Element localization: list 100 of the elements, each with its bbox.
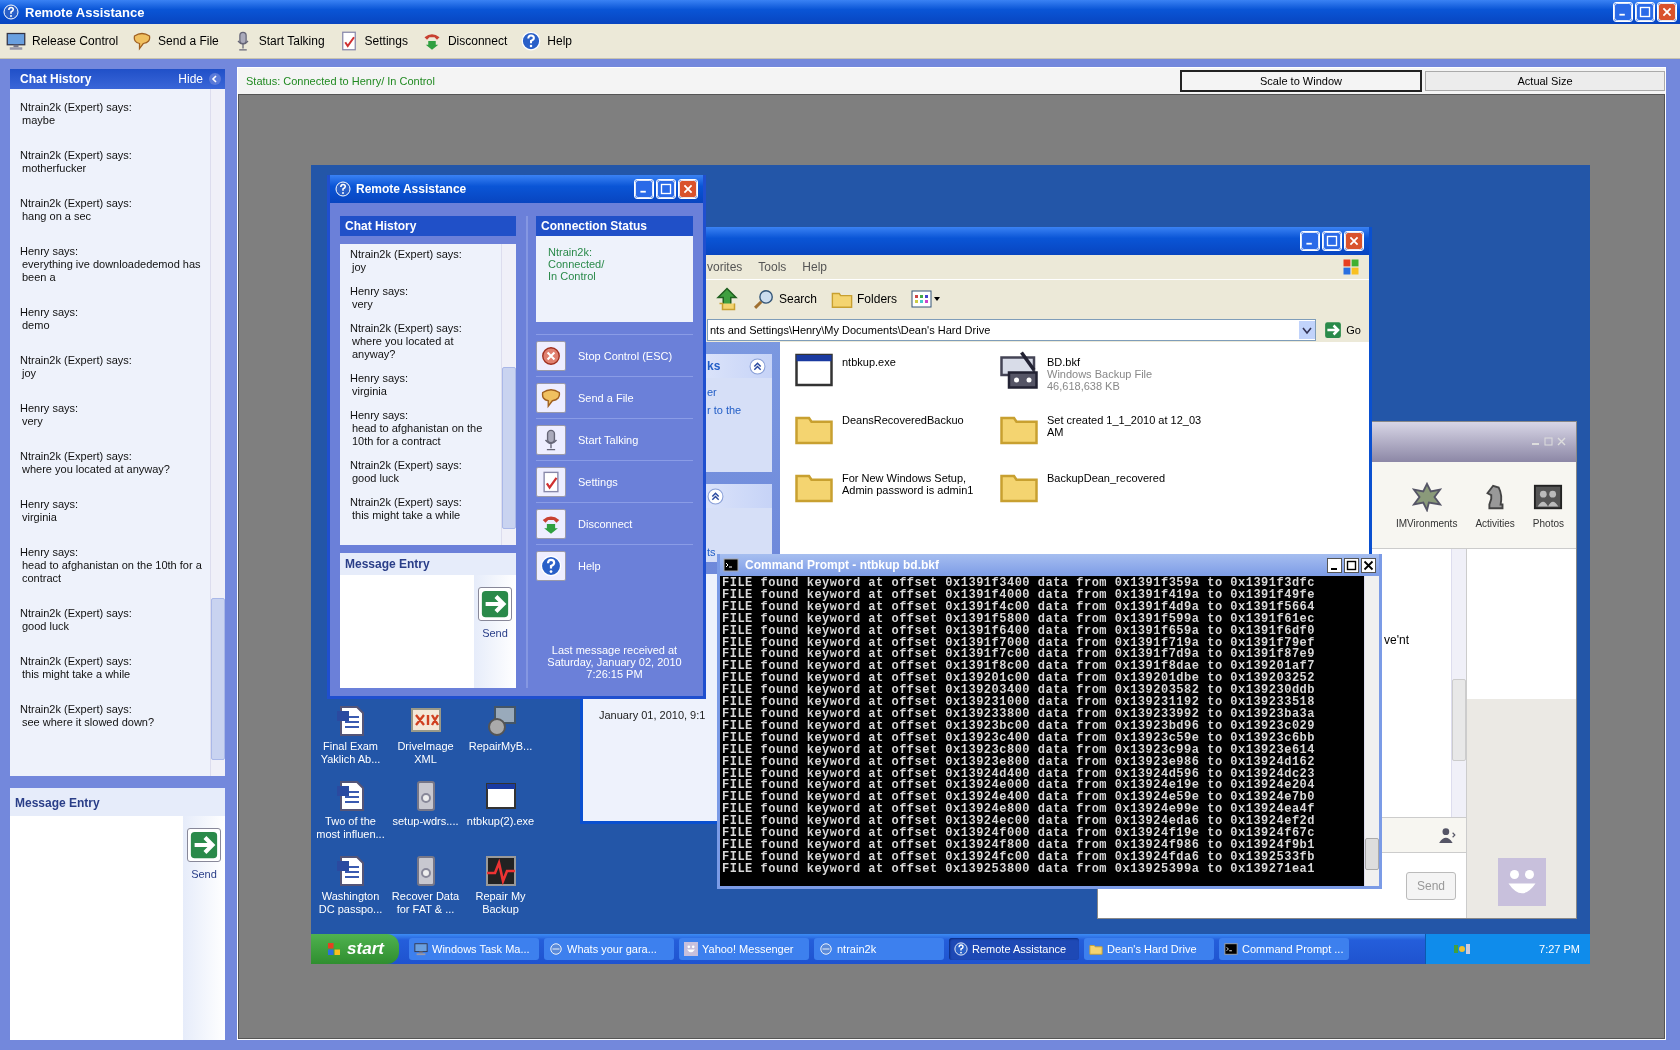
send-button[interactable] [187,828,221,862]
last-message-text: Saturday, January 02, 2010 [547,656,682,668]
chevron-icon[interactable] [749,357,766,375]
menu-item[interactable]: Tools [758,260,787,274]
taskbar-button[interactable]: Whats your gara... [544,938,674,960]
toolbar-button[interactable]: Settings [338,31,408,51]
message-sender: Henry says: [20,546,80,559]
toolbar-button[interactable]: Help [521,31,572,51]
message-text: this might take a while [351,509,462,522]
window-title: Remote Assistance [25,4,145,20]
toolbar-button[interactable]: Send a File [132,31,219,51]
message-sender: Ntrain2k (Expert) says: [350,496,463,509]
taskbar-button[interactable]: Remote Assistance [949,938,1079,960]
desktop-shortcut[interactable]: Two of the most influen... [313,780,388,841]
console-line: FILE found keyword at offset 0x139233800 data from 0x139233992 to 0x13923ba3a [722,708,1316,721]
toolbar-button[interactable]: IMVironments [1395,481,1458,529]
window-title: Command Prompt - ntbkup bd.bkf [745,558,939,572]
taskbar-button[interactable]: Dean's Hard Drive [1084,938,1214,960]
scrollbar[interactable] [501,244,516,545]
message-text: head to afghanistan on the 10th for a contract [351,422,484,448]
action-button[interactable]: Start Talking [536,418,693,460]
desktop-shortcut[interactable]: Washington DC passpo... [313,855,388,916]
message-text: head to afghanistan on the 10th for a contract [21,559,203,585]
arrow-right-icon [1324,321,1343,339]
menu-item[interactable]: vorites [707,260,743,274]
smiley-icon [684,942,698,956]
smiley-icon [1497,858,1546,906]
scrollbar[interactable] [210,89,225,776]
folder-icon [1089,942,1103,956]
desktop-shortcut[interactable]: setup-wdrs.... [388,780,463,841]
file-item[interactable]: BD.bkf Windows Backup File 46,618,638 KB [999,350,1214,408]
message-text: everything ive downloadedemod has been a [21,258,202,284]
windows-flag-icon [1341,257,1361,277]
desktop-shortcut[interactable]: Recover Data for FAT & ... [388,855,463,916]
views-button[interactable] [911,289,942,309]
taskbar-button[interactable]: Command Prompt ... [1219,938,1349,960]
task-header: ks [707,359,721,373]
help-icon [954,942,968,956]
desktop-shortcut[interactable]: ntbkup(2).exe [463,780,538,841]
task-link[interactable]: er [707,386,772,398]
toolbar-button[interactable]: Start Talking [232,31,325,51]
message-text: where you located at anyway? [21,463,171,476]
action-button[interactable]: Send a File [536,376,693,418]
file-item[interactable]: For New Windows Setup, Admin password is admin1 [794,466,999,524]
message-input[interactable] [10,816,183,1040]
minimize-button[interactable] [1327,557,1342,573]
panel-title: Chat History [20,72,92,86]
taskbar-button[interactable]: Yahoo! Messenger [679,938,809,960]
action-button[interactable]: Stop Control (ESC) [536,334,693,376]
collapse-icon[interactable] [209,73,221,85]
send-label: Send [191,868,217,880]
scrollbar[interactable] [1364,576,1379,886]
contact-icon[interactable] [1438,826,1456,844]
message-sender: Ntrain2k (Expert) says: [20,607,133,620]
message-sender: Henry says: [20,306,80,319]
action-button[interactable]: Settings [536,460,693,502]
taskbar-button[interactable]: Windows Task Ma... [409,938,539,960]
send-button[interactable] [478,587,512,621]
desktop-shortcut[interactable]: RepairMyB... [463,705,538,766]
message-sender: Ntrain2k (Expert) says: [20,703,133,716]
message-sender: Ntrain2k (Expert) says: [20,450,133,463]
toolbar-button[interactable]: Activities [1475,481,1515,529]
taskbar-button[interactable]: ntrain2k [814,938,944,960]
file-item[interactable]: BackupDean_recovered [999,466,1214,524]
file-item[interactable]: DeansRecoveredBackuo [794,408,999,466]
message-text: hang on a sec [21,210,93,223]
action-button[interactable]: Disconnect [536,502,693,544]
toolbar-button[interactable]: Folders [831,288,898,310]
task-link[interactable]: r to the [707,404,772,416]
up-arrow-icon [715,287,739,311]
address-field[interactable]: nts and Settings\Henry\My Documents\Dean's Hard Drive [707,319,1317,341]
desktop-shortcut[interactable]: Final Exam Yaklich Ab... [313,705,388,766]
menu-item[interactable]: Help [802,260,828,274]
desktop-shortcut[interactable]: Repair My Backup [463,855,538,916]
task-link[interactable]: ts [707,546,772,558]
toolbar-button[interactable]: Search [753,288,818,310]
go-button[interactable]: Go [1320,321,1365,339]
clock: 7:27 PM [1539,943,1580,955]
toolbar-button[interactable]: Release Control [6,31,119,51]
view-button[interactable]: Actual Size [1425,71,1665,91]
close-button[interactable] [1361,557,1376,573]
toolbar-button[interactable]: Photos [1532,481,1564,529]
panel-header: Connection Status [536,216,693,236]
desktop-shortcut[interactable]: DriveImage XML [388,705,463,766]
toolbar-button[interactable]: Disconnect [421,31,508,51]
console-line: FILE found keyword at offset 0x1391f3400 data from 0x1391f359a to 0x1391f3dfc [722,578,1316,590]
maximize-button[interactable] [1344,557,1359,573]
view-button[interactable]: Scale to Window [1180,70,1422,92]
help-icon [3,4,19,20]
action-button[interactable]: Help [536,544,693,586]
message-input[interactable] [340,575,474,688]
last-message-text: 7:26:15 PM [586,668,643,680]
up-button[interactable] [715,287,739,311]
chevron-icon[interactable] [707,487,724,505]
file-item[interactable]: ntbkup.exe [794,350,999,408]
scrollbar[interactable] [1451,549,1466,817]
hide-button[interactable]: Hide [178,72,203,86]
message-sender: Henry says: [350,409,410,422]
message-text: very [21,415,44,428]
file-item[interactable]: Set created 1_1_2010 at 12_03 AM [999,408,1214,466]
